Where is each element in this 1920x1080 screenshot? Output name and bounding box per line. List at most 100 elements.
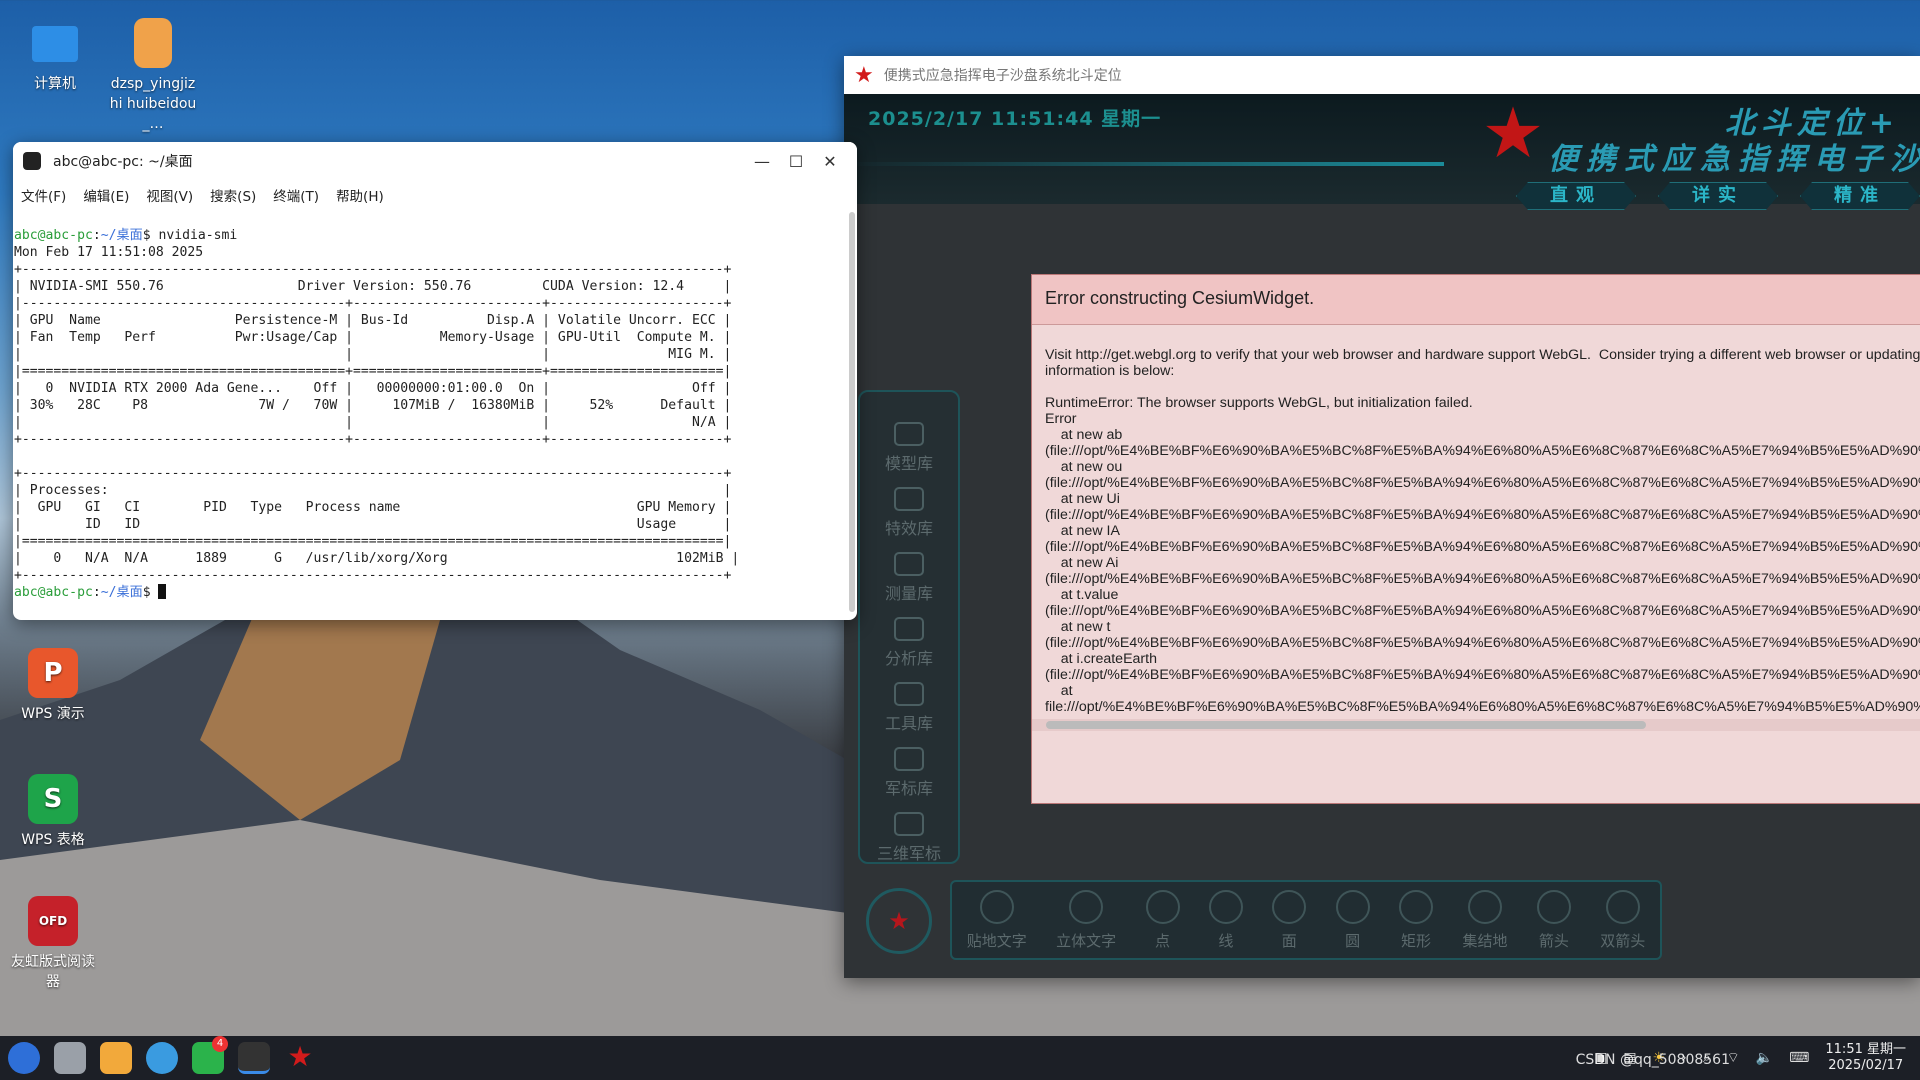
tool-ground-text[interactable]: 贴地文字 xyxy=(966,889,1027,951)
library-sidebar: 模型库 特效库 测量库 分析库 工具库 军标库 三维军标 xyxy=(858,390,960,864)
tool-label: 箭头 xyxy=(1538,931,1569,950)
terminal-scrollbar[interactable] xyxy=(849,212,855,612)
terminal-taskbar-icon[interactable] xyxy=(238,1042,270,1074)
sidebar-item-measure[interactable]: 测量库 xyxy=(860,544,958,609)
terminal-window: abc@abc-pc: ~/桌面 — ☐ ✕ 文件(F) 编辑(E) 视图(V)… xyxy=(13,142,857,620)
terminal-line: | | | MIG M. | xyxy=(14,347,732,362)
terminal-line: |=======================================… xyxy=(14,364,732,379)
desktop-icon-computer[interactable]: 计算机 xyxy=(10,20,100,94)
start-menu-icon[interactable] xyxy=(8,1042,40,1074)
desktop-icon-ofd-reader[interactable]: OFD 友虹版式阅读器 xyxy=(8,896,98,992)
sidebar-item-effects[interactable]: 特效库 xyxy=(860,479,958,544)
prompt-user: abc@abc-pc xyxy=(14,585,93,600)
tab-precise[interactable]: 精准 xyxy=(1800,182,1920,210)
terminal-line: | GPU GI CI PID Type Process name GPU Me… xyxy=(14,500,732,515)
sidebar-item-label: 分析库 xyxy=(884,649,933,668)
scrollbar-thumb[interactable] xyxy=(1046,721,1646,729)
desktop-icon-wps-presentation[interactable]: P WPS 演示 xyxy=(8,648,98,724)
assembly-area-icon xyxy=(1467,889,1502,924)
desktop-icon-label: dzsp_yingjizhi huibeidou_… xyxy=(109,76,197,132)
terminal-line: |---------------------------------------… xyxy=(14,296,732,311)
terminal-line: | NVIDIA-SMI 550.76 Driver Version: 550.… xyxy=(14,279,732,294)
prompt-dir: ~/桌面 xyxy=(100,585,143,600)
tool-assembly-area[interactable]: 集结地 xyxy=(1462,889,1508,951)
sidebar-item-label: 工具库 xyxy=(884,714,933,733)
effects-library-icon xyxy=(894,487,924,511)
tool-rectangle[interactable]: 矩形 xyxy=(1399,889,1434,951)
computer-icon xyxy=(32,26,78,62)
browser-icon[interactable] xyxy=(146,1042,178,1074)
tool-3d-text[interactable]: 立体文字 xyxy=(1056,889,1116,951)
desktop-icon-dzsp[interactable]: dzsp_yingjizhi huibeidou_… xyxy=(108,18,198,134)
sidebar-item-analysis[interactable]: 分析库 xyxy=(860,609,958,674)
desktop-icon-label: WPS 演示 xyxy=(21,706,85,722)
app-titlebar[interactable]: ★ 便携式应急指挥电子沙盘系统北斗定位 xyxy=(844,56,1920,94)
app-window-title: 便携式应急指挥电子沙盘系统北斗定位 xyxy=(883,68,1122,84)
error-title: Error constructing CesiumWidget. xyxy=(1032,275,1920,325)
menu-help[interactable]: 帮助(H) xyxy=(336,185,384,205)
terminal-line: | 0 NVIDIA RTX 2000 Ada Gene... Off | 00… xyxy=(14,381,732,396)
terminal-line: +---------------------------------------… xyxy=(14,568,732,583)
tool-label: 面 xyxy=(1281,931,1297,950)
terminal-icon xyxy=(23,152,41,170)
tool-point[interactable]: 点 xyxy=(1145,889,1180,951)
tool-arrow[interactable]: 箭头 xyxy=(1536,889,1571,951)
desktop-icon-wps-sheet[interactable]: S WPS 表格 xyxy=(8,774,98,850)
taskbar-clock[interactable]: 11:51 星期一 2025/02/17 xyxy=(1825,1042,1906,1074)
volume-icon[interactable]: 🔈 xyxy=(1756,1050,1773,1066)
polygon-icon xyxy=(1272,889,1307,924)
tool-polygon[interactable]: 面 xyxy=(1272,889,1307,951)
close-icon[interactable]: ✕ xyxy=(813,152,847,171)
rectangle-icon xyxy=(1399,889,1434,924)
sidebar-item-label: 军标库 xyxy=(884,779,933,798)
terminal-line: +---------------------------------------… xyxy=(14,466,732,481)
tool-label: 集结地 xyxy=(1462,931,1508,950)
menu-view[interactable]: 视图(V) xyxy=(146,185,193,205)
terminal-line: | 30% 28C P8 7W / 70W | 107MiB / 16380Mi… xyxy=(14,398,732,413)
sidebar-item-military-symbols[interactable]: 军标库 xyxy=(860,739,958,804)
watermark: CSDN @qq_50808561 xyxy=(1575,1052,1730,1068)
terminal-titlebar[interactable]: abc@abc-pc: ~/桌面 — ☐ ✕ xyxy=(13,142,857,180)
military-symbol-icon xyxy=(894,747,924,771)
tab-detailed[interactable]: 详实 xyxy=(1658,182,1778,210)
keyboard-icon[interactable]: ⌨ xyxy=(1789,1050,1809,1066)
tab-intuitive[interactable]: 直观 xyxy=(1516,182,1636,210)
menu-search[interactable]: 搜索(S) xyxy=(210,185,256,205)
sidebar-item-models[interactable]: 模型库 xyxy=(860,414,958,479)
desktop-icon-label: 友虹版式阅读器 xyxy=(11,954,95,990)
military-emblem-icon: ★ xyxy=(1481,92,1545,174)
sandtable-app-window: ★ 便携式应急指挥电子沙盘系统北斗定位 2025/2/17 11:51:44 星… xyxy=(844,56,1920,978)
menu-edit[interactable]: 编辑(E) xyxy=(83,185,129,205)
prompt-dir: ~/桌面 xyxy=(100,228,143,243)
tool-label: 线 xyxy=(1218,931,1234,950)
tool-label: 贴地文字 xyxy=(966,931,1027,950)
sidebar-item-3d-military-symbols[interactable]: 三维军标 xyxy=(860,804,958,869)
tool-label: 圆 xyxy=(1345,931,1361,950)
app-datetime: 2025/2/17 11:51:44 星期一 xyxy=(868,108,1162,130)
minimize-icon[interactable]: — xyxy=(745,152,779,171)
tool-line[interactable]: 线 xyxy=(1208,889,1243,951)
tool-circle[interactable]: 圆 xyxy=(1335,889,1370,951)
wps-spreadsheet-icon: S xyxy=(28,774,78,824)
desktop-icon-label: 计算机 xyxy=(34,76,76,92)
command-line: abc@abc-pc:~/桌面$ nvidia-smi xyxy=(14,228,238,243)
cesium-error-dialog: Error constructing CesiumWidget. Visit h… xyxy=(1031,274,1920,804)
sidebar-item-tools[interactable]: 工具库 xyxy=(860,674,958,739)
error-horizontal-scrollbar[interactable] xyxy=(1032,719,1920,731)
nvidia-smi-output: Mon Feb 17 11:51:08 2025 +---------------… xyxy=(14,244,847,584)
sandtable-taskbar-icon[interactable]: ★ xyxy=(284,1042,316,1074)
menu-terminal[interactable]: 终端(T) xyxy=(273,185,319,205)
compass-icon[interactable]: ★ xyxy=(866,888,932,954)
text-cursor xyxy=(158,584,167,599)
terminal-line: | 0 N/A N/A 1889 G /usr/lib/xorg/Xorg 10… xyxy=(14,551,740,566)
menu-file[interactable]: 文件(F) xyxy=(21,185,66,205)
maximize-icon[interactable]: ☐ xyxy=(779,152,813,171)
multitask-view-icon[interactable] xyxy=(54,1042,86,1074)
file-manager-icon[interactable] xyxy=(100,1042,132,1074)
tool-label: 双箭头 xyxy=(1600,931,1646,950)
header-tabs: 直观 详实 精准 xyxy=(1516,182,1920,210)
terminal-output[interactable]: abc@abc-pc:~/桌面$ nvidia-smi Mon Feb 17 11… xyxy=(13,210,847,620)
tool-double-arrow[interactable]: 双箭头 xyxy=(1600,889,1646,951)
sidebar-item-label: 测量库 xyxy=(884,584,933,603)
crosshair-icon xyxy=(1145,889,1180,924)
